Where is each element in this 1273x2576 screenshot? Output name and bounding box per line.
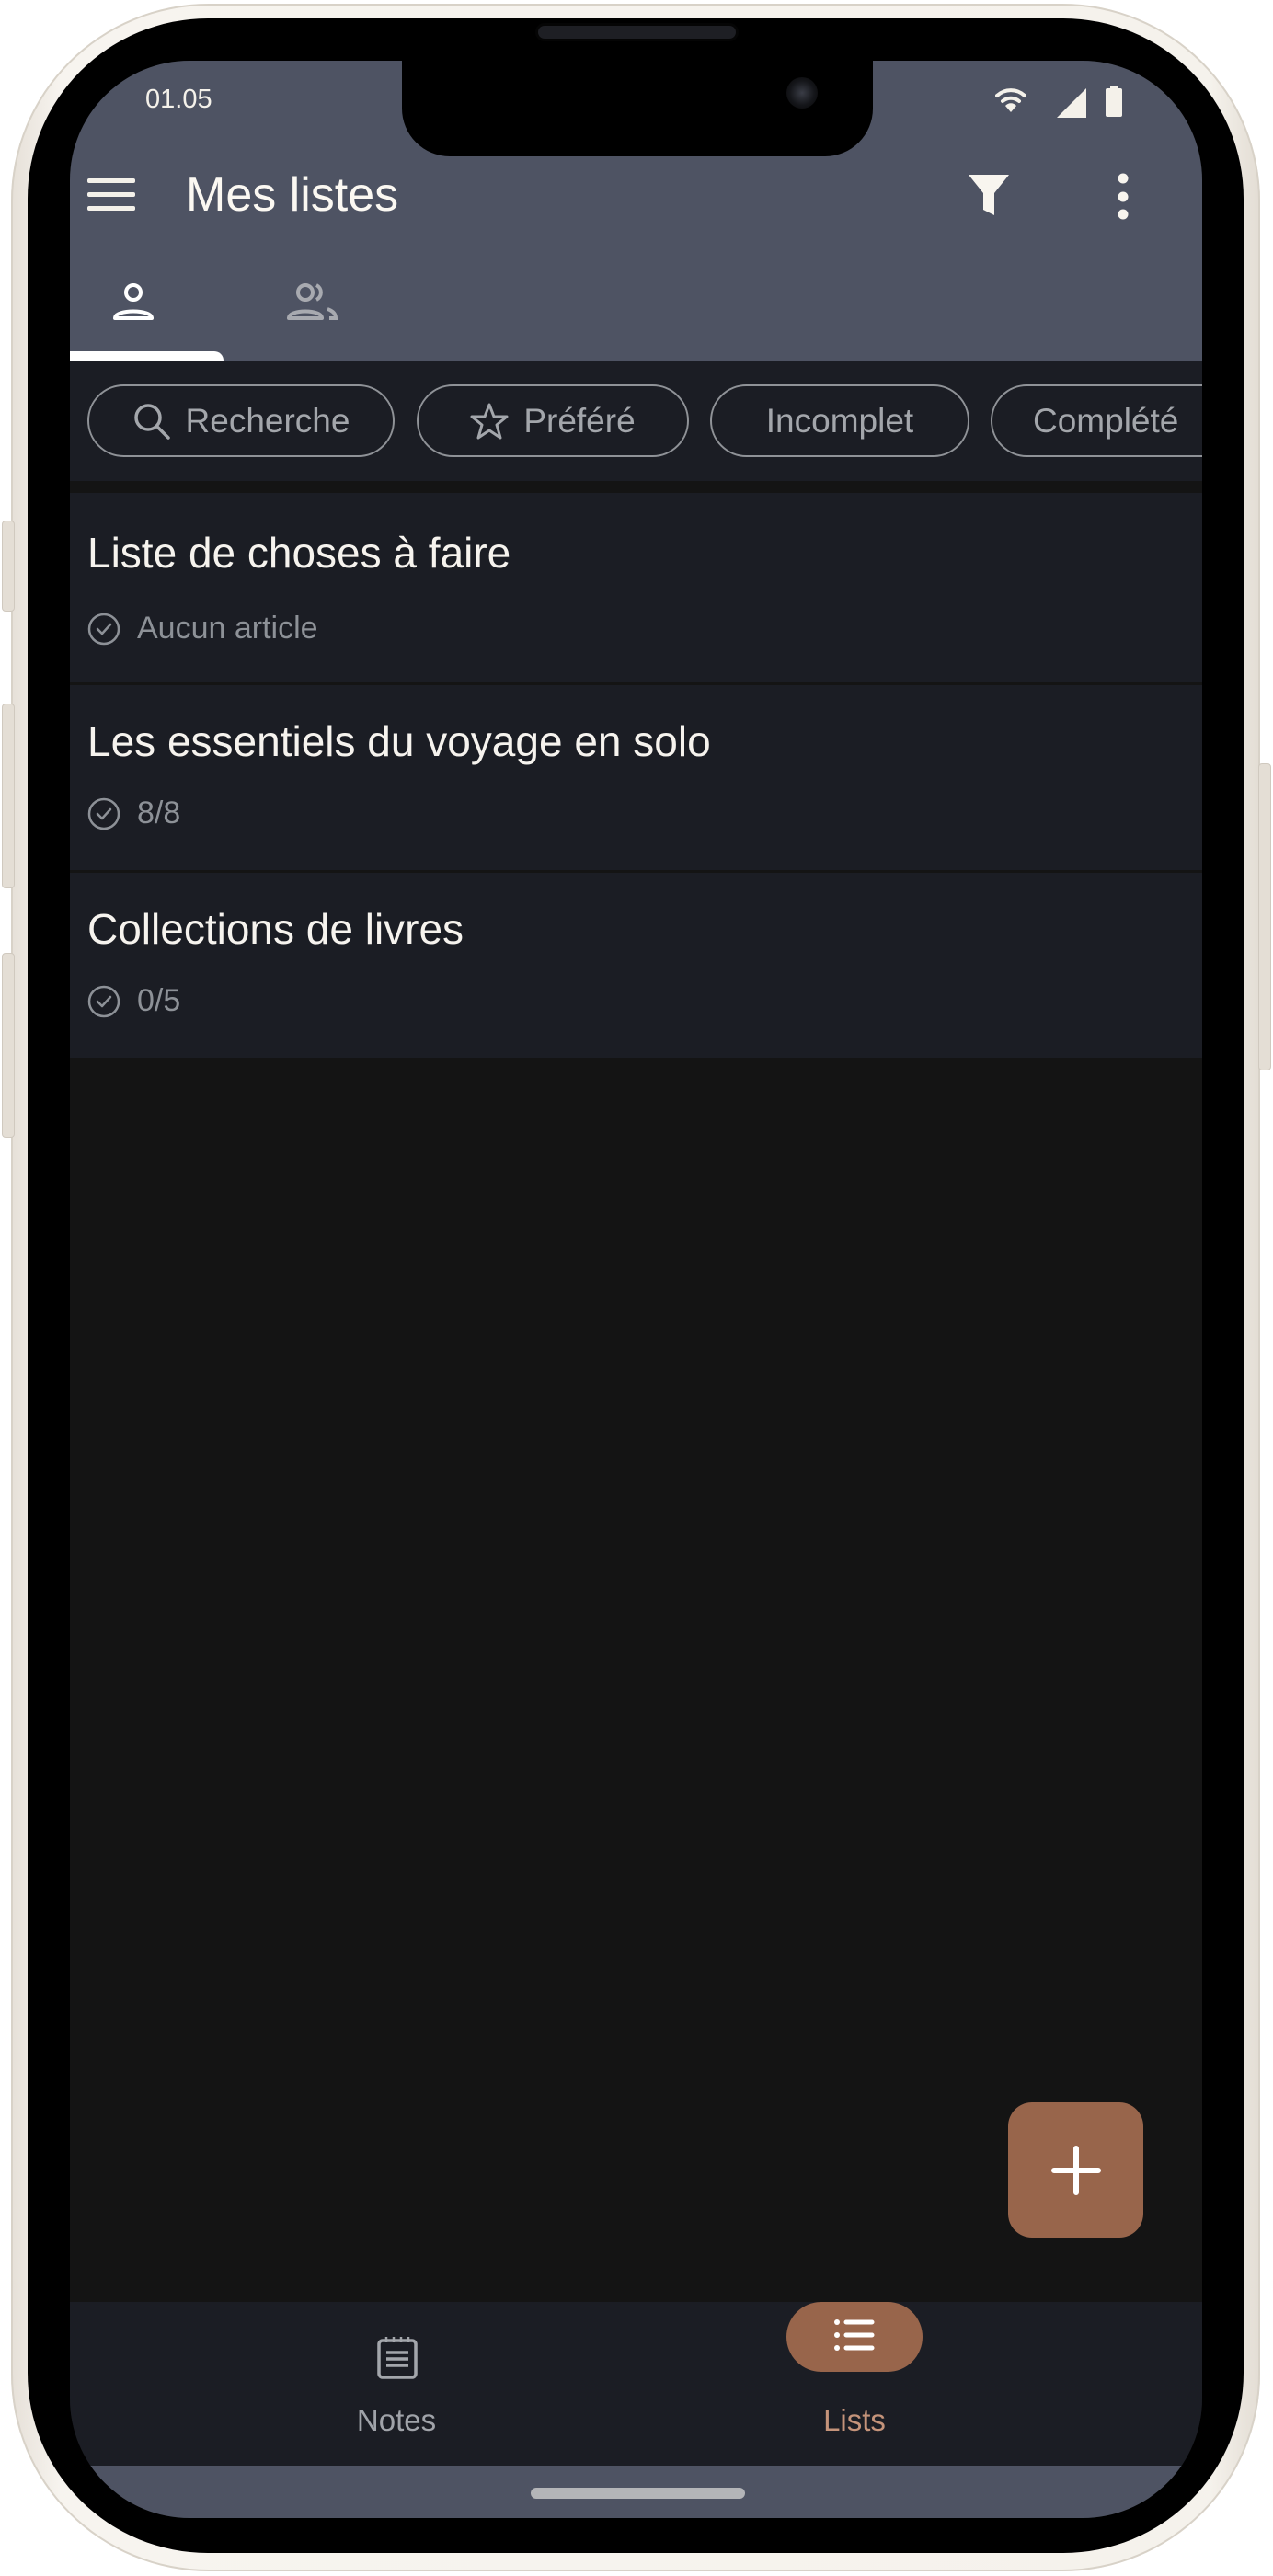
list-status-text: 0/5 bbox=[137, 983, 181, 1018]
more-vertical-icon bbox=[1118, 173, 1129, 220]
list-status-text: 8/8 bbox=[137, 796, 181, 830]
power-button bbox=[1258, 763, 1271, 1070]
add-list-button[interactable] bbox=[1008, 2102, 1143, 2238]
search-chip-label: Recherche bbox=[185, 401, 350, 440]
list-title: Collections de livres bbox=[87, 905, 464, 953]
nav-label-notes: Notes bbox=[356, 2403, 437, 2437]
person-icon bbox=[113, 283, 154, 320]
list-icon bbox=[834, 2319, 875, 2351]
plus-icon bbox=[1050, 2145, 1101, 2195]
more-options-button[interactable] bbox=[1109, 169, 1137, 224]
nav-item-notes[interactable]: Notes bbox=[258, 2302, 534, 2466]
completed-chip-label: Complété bbox=[1033, 401, 1179, 440]
nav-label-lists: Lists bbox=[823, 2403, 886, 2437]
camera-notch bbox=[402, 61, 873, 156]
people-icon bbox=[287, 283, 338, 320]
list-status: 8/8 bbox=[87, 796, 180, 831]
incomplete-chip-label: Incomplet bbox=[765, 401, 914, 440]
page-title: Mes listes bbox=[186, 168, 399, 222]
list-item[interactable]: Collections de livres 0/5 bbox=[70, 873, 1202, 1058]
gesture-area bbox=[70, 2466, 1202, 2518]
earpiece-speaker bbox=[538, 26, 736, 39]
list-status-text: Aucun article bbox=[137, 611, 318, 646]
completed-chip[interactable]: Complété bbox=[991, 384, 1202, 457]
hamburger-menu-icon[interactable] bbox=[85, 173, 140, 219]
screen: 01.05 Mes listes Recherche Préféré Incom… bbox=[70, 61, 1202, 2518]
filter-button[interactable] bbox=[966, 171, 1012, 223]
list-item[interactable]: Liste de choses à faire Aucun article bbox=[70, 493, 1202, 682]
cellular-signal-icon bbox=[1057, 88, 1086, 118]
bottom-navigation: Notes Lists bbox=[70, 2302, 1202, 2466]
check-circle-icon bbox=[87, 797, 120, 830]
list-status: 0/5 bbox=[87, 983, 180, 1019]
nav-item-lists[interactable]: Lists bbox=[717, 2302, 992, 2466]
tab-personal[interactable] bbox=[70, 265, 223, 361]
favorite-chip-label: Préféré bbox=[523, 401, 636, 440]
home-indicator[interactable] bbox=[531, 2488, 745, 2499]
list-status: Aucun article bbox=[87, 611, 318, 647]
wifi-icon bbox=[995, 88, 1026, 112]
favorite-chip[interactable]: Préféré bbox=[417, 384, 689, 457]
incomplete-chip[interactable]: Incomplet bbox=[710, 384, 969, 457]
list-title: Liste de choses à faire bbox=[87, 529, 511, 577]
list-item[interactable]: Les essentiels du voyage en solo 8/8 bbox=[70, 685, 1202, 870]
volume-up-button bbox=[2, 704, 15, 888]
action-button bbox=[2, 521, 15, 612]
check-circle-icon bbox=[87, 613, 120, 645]
check-circle-icon bbox=[87, 985, 120, 1017]
selected-tab-indicator bbox=[70, 351, 224, 361]
front-camera bbox=[786, 77, 818, 109]
star-outline-icon bbox=[470, 403, 509, 439]
status-time: 01.05 bbox=[145, 85, 212, 114]
list-title: Les essentiels du voyage en solo bbox=[87, 717, 711, 765]
notepad-icon bbox=[377, 2337, 418, 2379]
tab-shared[interactable] bbox=[223, 265, 375, 361]
filter-funnel-icon bbox=[969, 175, 1009, 215]
filter-chip-bar: Recherche Préféré Incomplet Complété bbox=[70, 361, 1202, 481]
battery-icon bbox=[1106, 86, 1122, 117]
volume-down-button bbox=[2, 953, 15, 1138]
search-chip[interactable]: Recherche bbox=[87, 384, 395, 457]
search-icon bbox=[133, 403, 170, 440]
